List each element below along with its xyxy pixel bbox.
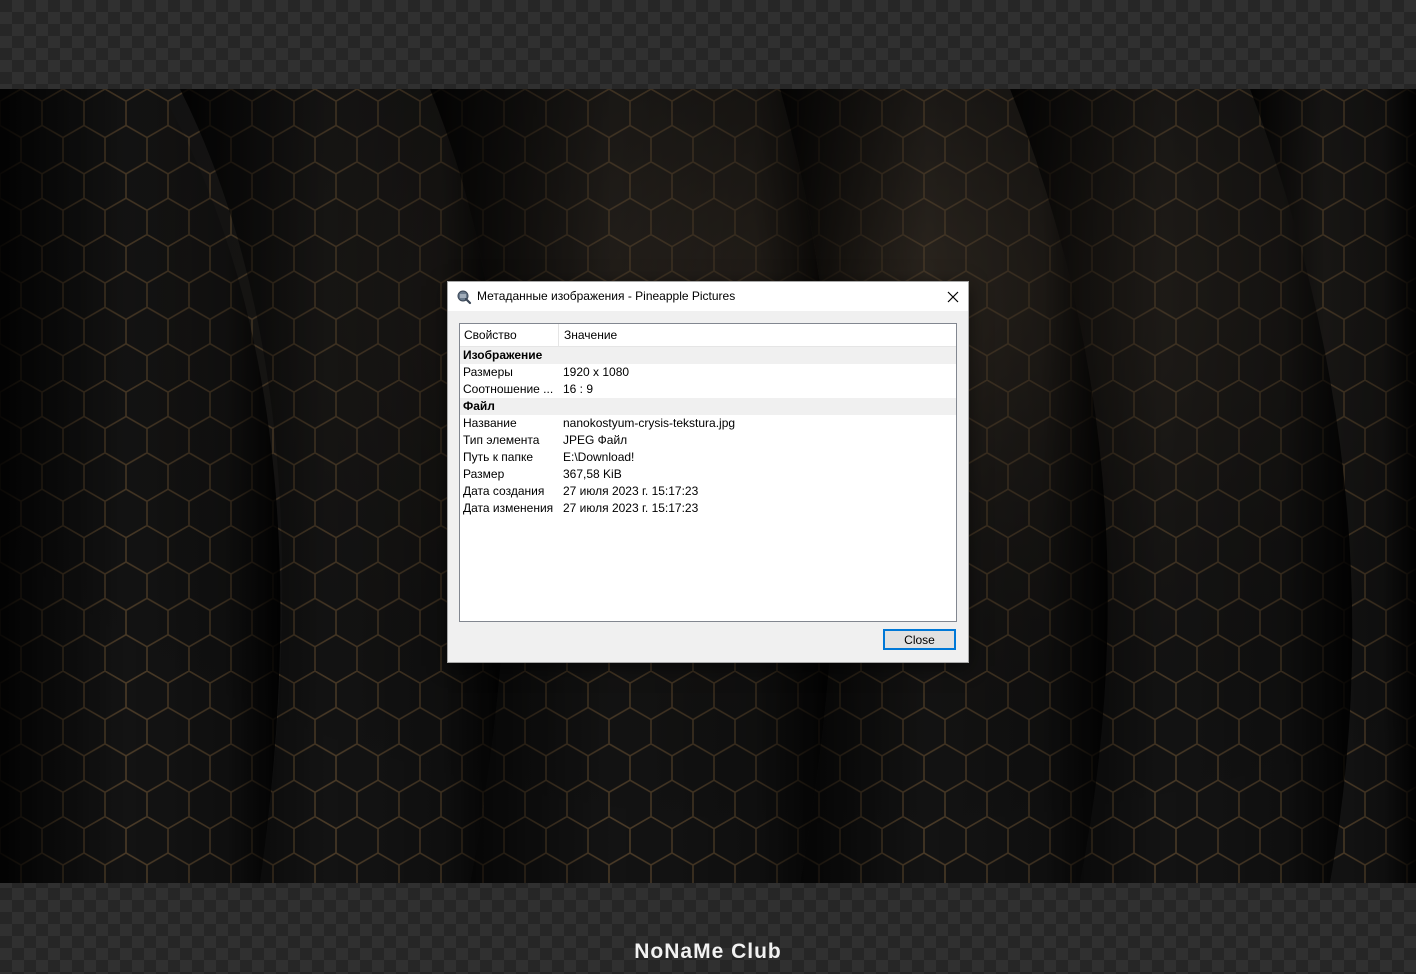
pineapple-icon bbox=[456, 289, 472, 305]
column-header-value[interactable]: Значение bbox=[564, 324, 617, 346]
close-icon[interactable] bbox=[938, 282, 968, 311]
property-value: 367,58 KiB bbox=[563, 467, 622, 481]
property-name: Тип элемента bbox=[463, 433, 540, 447]
table-row[interactable]: Дата изменения 27 июля 2023 г. 15:17:23 bbox=[460, 500, 956, 517]
property-value: E:\Download! bbox=[563, 450, 635, 464]
table-row[interactable]: Дата создания 27 июля 2023 г. 15:17:23 bbox=[460, 483, 956, 500]
property-value: 1920 x 1080 bbox=[563, 365, 630, 379]
group-row-image[interactable]: Изображение bbox=[460, 347, 956, 364]
table-row[interactable]: Тип элемента JPEG Файл bbox=[460, 432, 956, 449]
table-row[interactable]: Название nanokostyum-crysis-tekstura.jpg bbox=[460, 415, 956, 432]
close-button[interactable]: Close bbox=[883, 629, 956, 650]
property-name: Размер bbox=[463, 467, 505, 481]
dialog-title: Метаданные изображения - Pineapple Pictu… bbox=[477, 289, 736, 303]
metadata-dialog: Метаданные изображения - Pineapple Pictu… bbox=[448, 282, 968, 662]
property-value: JPEG Файл bbox=[563, 433, 628, 447]
property-name: Размеры bbox=[463, 365, 513, 379]
tree-rows: Изображение Размеры 1920 x 1080 Соотноше… bbox=[460, 347, 956, 517]
property-name: Название bbox=[463, 416, 517, 430]
table-row[interactable]: Размеры 1920 x 1080 bbox=[460, 364, 956, 381]
property-name: Путь к папке bbox=[463, 450, 534, 464]
property-name: Дата изменения bbox=[463, 501, 554, 515]
group-label: Изображение bbox=[463, 348, 543, 362]
tree-header: Свойство Значение bbox=[460, 324, 956, 347]
column-header-property[interactable]: Свойство bbox=[460, 324, 559, 346]
table-row[interactable]: Путь к папке E:\Download! bbox=[460, 449, 956, 466]
group-label: Файл bbox=[463, 399, 495, 413]
property-value: 27 июля 2023 г. 15:17:23 bbox=[563, 501, 699, 515]
dialog-titlebar[interactable]: Метаданные изображения - Pineapple Pictu… bbox=[448, 282, 968, 311]
property-name: Дата создания bbox=[463, 484, 545, 498]
table-row[interactable]: Соотношение ... 16 : 9 bbox=[460, 381, 956, 398]
property-value: nanokostyum-crysis-tekstura.jpg bbox=[563, 416, 736, 430]
table-row[interactable]: Размер 367,58 KiB bbox=[460, 466, 956, 483]
property-name: Соотношение ... bbox=[463, 382, 554, 396]
property-value: 16 : 9 bbox=[563, 382, 594, 396]
property-value: 27 июля 2023 г. 15:17:23 bbox=[563, 484, 699, 498]
metadata-tree[interactable]: Свойство Значение Изображение Размеры 19… bbox=[459, 323, 957, 622]
watermark: NoNaMe Club bbox=[634, 940, 782, 963]
group-row-file[interactable]: Файл bbox=[460, 398, 956, 415]
